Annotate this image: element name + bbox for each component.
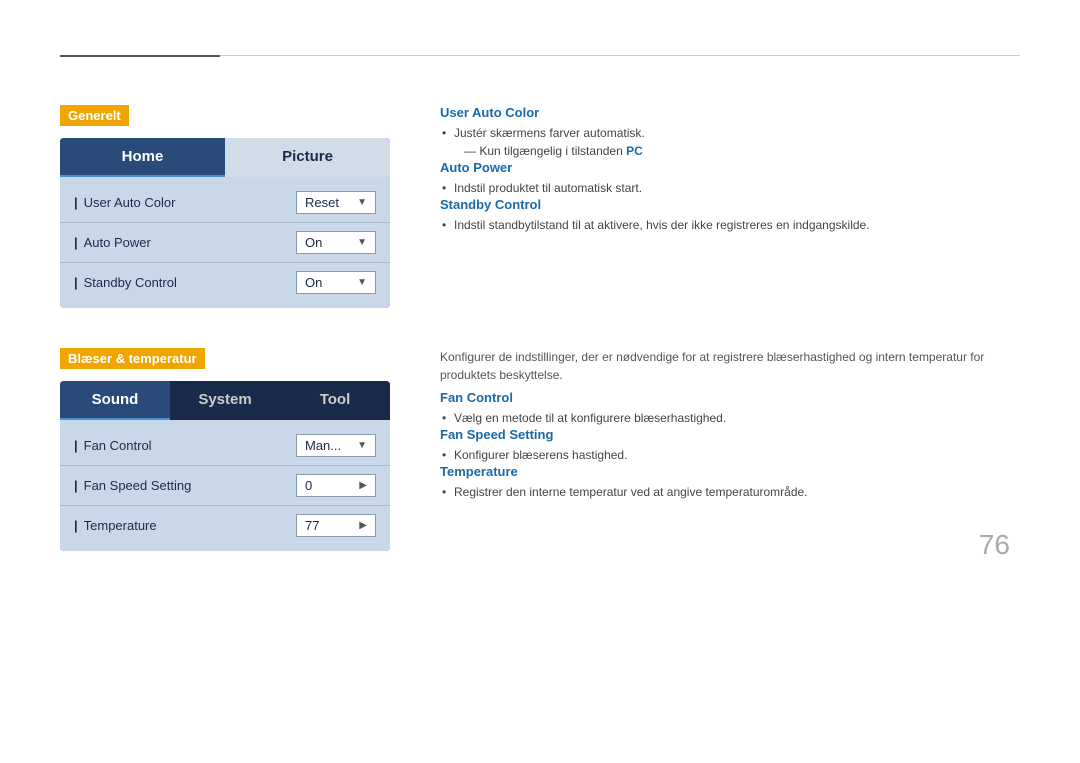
fan-speed-setting-label: Fan Speed Setting [74,478,296,493]
info-sub-pc: PC [626,144,643,158]
info-text-auto-power: Indstil produktet til automatisk start. [440,179,1020,197]
info-fan-control: Fan Control Vælg en metode til at konfig… [440,390,1020,427]
info-temperature: Temperature Registrer den interne temper… [440,464,1020,501]
info-title-auto-power: Auto Power [440,160,1020,175]
info-user-auto-color: User Auto Color Justér skærmens farver a… [440,105,1020,160]
fan-control-label: Fan Control [74,438,296,453]
row-standby-control: Standby Control On ▼ [60,263,390,302]
user-auto-color-label: User Auto Color [74,195,296,210]
fan-speed-arrow-right: ▶ [359,480,367,491]
tab-sound[interactable]: Sound [60,381,170,420]
row-fan-control: Fan Control Man... ▼ [60,426,390,466]
blaaser-badge: Blæser & temperatur [60,348,205,369]
top-line-short [60,55,220,57]
info-auto-power: Auto Power Indstil produktet til automat… [440,160,1020,197]
info-title-standby-control: Standby Control [440,197,1020,212]
row-fan-speed-setting: Fan Speed Setting 0 ▶ [60,466,390,506]
generelt-left: Generelt Home Picture User Auto Color Re… [60,105,400,308]
generelt-tabs: Home Picture [60,138,390,177]
tab-picture[interactable]: Picture [225,138,390,177]
row-user-auto-color: User Auto Color Reset ▼ [60,183,390,223]
row-auto-power: Auto Power On ▼ [60,223,390,263]
info-text-temperature: Registrer den interne temperatur ved at … [440,483,1020,501]
blaaser-desc: Konfigurer de indstillinger, der er nødv… [440,348,1020,384]
blaaser-tabs: Sound System Tool [60,381,390,420]
blaaser-left: Blæser & temperatur Sound System Tool Fa… [60,348,400,551]
standby-control-dropdown-arrow: ▼ [357,277,367,288]
generelt-badge: Generelt [60,105,129,126]
info-text-fan-speed: Konfigurer blæserens hastighed. [440,446,1020,464]
fan-speed-setting-value[interactable]: 0 ▶ [296,474,376,497]
row-temperature: Temperature 77 ▶ [60,506,390,545]
info-title-temperature: Temperature [440,464,1020,479]
info-text-fan-control: Vælg en metode til at konfigurere blæser… [440,409,1020,427]
auto-power-dropdown-arrow: ▼ [357,237,367,248]
info-title-fan-control: Fan Control [440,390,1020,405]
temperature-arrow-right: ▶ [359,520,367,531]
page-number: 76 [979,529,1010,561]
info-title-fan-speed: Fan Speed Setting [440,427,1020,442]
generelt-menu-panel: Home Picture User Auto Color Reset ▼ Aut… [60,138,390,308]
section-blaaser: Blæser & temperatur Sound System Tool Fa… [60,348,1020,551]
reset-dropdown-arrow: ▼ [357,197,367,208]
info-standby-control: Standby Control Indstil standbytilstand … [440,197,1020,234]
auto-power-label: Auto Power [74,235,296,250]
standby-control-value[interactable]: On ▼ [296,271,376,294]
standby-control-label: Standby Control [74,275,296,290]
auto-power-value[interactable]: On ▼ [296,231,376,254]
generelt-menu-rows: User Auto Color Reset ▼ Auto Power On ▼ [60,177,390,308]
info-sub-user-auto-color: ― Kun tilgængelig i tilstanden PC [440,142,1020,160]
info-text-user-auto-color: Justér skærmens farver automatisk. [440,124,1020,142]
tab-system[interactable]: System [170,381,280,420]
blaaser-menu-panel: Sound System Tool Fan Control Man... ▼ F… [60,381,390,551]
user-auto-color-value[interactable]: Reset ▼ [296,191,376,214]
temperature-value[interactable]: 77 ▶ [296,514,376,537]
fan-control-dropdown-arrow: ▼ [357,440,367,451]
info-text-standby-control: Indstil standbytilstand til at aktivere,… [440,216,1020,234]
section-generelt: Generelt Home Picture User Auto Color Re… [60,105,1020,308]
temperature-label: Temperature [74,518,296,533]
tab-home[interactable]: Home [60,138,225,177]
info-title-user-auto-color: User Auto Color [440,105,1020,120]
blaaser-right: Konfigurer de indstillinger, der er nødv… [440,348,1020,551]
blaaser-menu-rows: Fan Control Man... ▼ Fan Speed Setting 0… [60,420,390,551]
tab-tool[interactable]: Tool [280,381,390,420]
generelt-right: User Auto Color Justér skærmens farver a… [440,105,1020,308]
info-fan-speed-setting: Fan Speed Setting Konfigurer blæserens h… [440,427,1020,464]
fan-control-value[interactable]: Man... ▼ [296,434,376,457]
